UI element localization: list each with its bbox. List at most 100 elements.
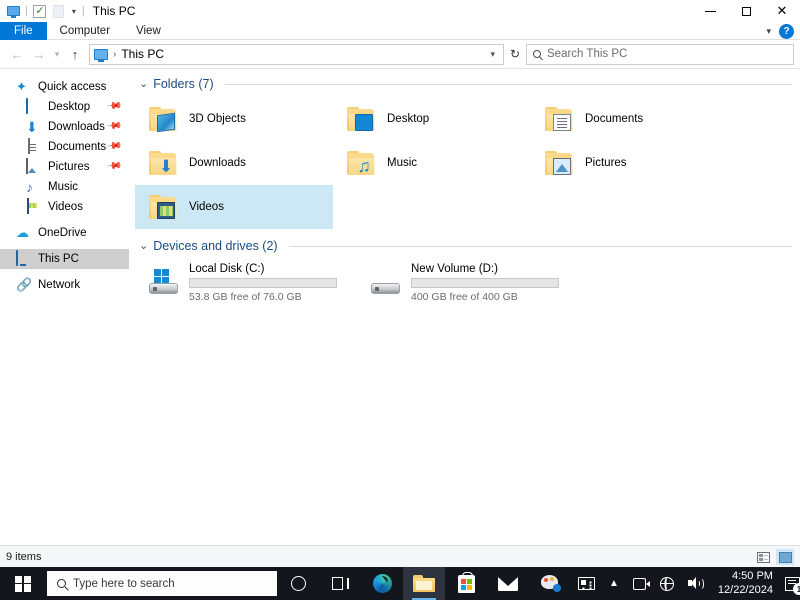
monitor-icon[interactable] [5, 3, 21, 19]
breadcrumb-bar[interactable]: › This PC ▾ [89, 43, 504, 65]
this-pc-icon [94, 48, 108, 62]
navigation-pane[interactable]: ✦ Quick access Desktop 📌 ⬇ Downloads 📌 D… [0, 69, 129, 545]
sidebar-item-desktop[interactable]: Desktop 📌 [0, 97, 129, 117]
folder-videos-icon [149, 194, 179, 220]
file-explorer-button[interactable] [403, 567, 445, 600]
title-bar: | ▾ | This PC ✕ [0, 0, 800, 22]
sidebar-item-label: Network [38, 279, 81, 291]
microsoft-store-button[interactable] [445, 567, 487, 600]
group-divider [224, 83, 792, 85]
pin-icon: 📌 [105, 158, 123, 175]
edge-button[interactable] [361, 567, 403, 600]
folder-downloads-icon: ⬇ [149, 150, 179, 176]
folder-item-label: Music [387, 157, 418, 169]
task-view-button[interactable] [319, 567, 361, 600]
address-bar: ← → ▾ ↑ › This PC ▾ ↻ [0, 40, 800, 68]
sidebar-item-pictures[interactable]: Pictures 📌 [0, 157, 129, 177]
sidebar-item-downloads[interactable]: ⬇ Downloads 📌 [0, 117, 129, 137]
cortana-icon [290, 576, 306, 591]
forward-button[interactable]: → [28, 43, 50, 65]
recent-locations-button[interactable]: ▾ [50, 43, 64, 65]
drive-item-new-volume-d[interactable]: New Volume (D:) 400 GB free of 400 GB [357, 259, 579, 307]
large-icons-view-button[interactable] [776, 549, 794, 565]
up-button[interactable]: ↑ [64, 43, 86, 65]
paint-3d-button[interactable] [529, 567, 571, 600]
taskbar-search-placeholder: Type here to search [73, 577, 175, 590]
folder-item-videos[interactable]: Videos [135, 185, 333, 229]
close-button[interactable]: ✕ [764, 0, 800, 22]
file-list-pane[interactable]: ⌄ Folders (7) 3D Objects Desktop Documen… [129, 69, 800, 545]
news-and-interests-icon[interactable] [571, 567, 602, 600]
breadcrumb-path[interactable]: This PC [121, 47, 164, 61]
tab-view-label: View [136, 25, 161, 37]
new-folder-icon[interactable] [51, 3, 67, 19]
sidebar-item-label: OneDrive [38, 227, 87, 239]
group-title: Devices and drives (2) [153, 239, 278, 253]
item-count-label: 9 items [6, 550, 42, 563]
action-center-button[interactable]: 1 [781, 567, 800, 600]
window-title: This PC [92, 4, 136, 18]
pin-icon: 📌 [105, 118, 123, 135]
desktop-icon [26, 98, 42, 115]
sidebar-item-music[interactable]: ♪ Music [0, 177, 129, 197]
sidebar-item-network[interactable]: 🔗 Network [0, 275, 129, 295]
folder-item-downloads[interactable]: ⬇ Downloads [135, 141, 333, 185]
folder-item-desktop[interactable]: Desktop [333, 97, 531, 141]
group-header-folders[interactable]: ⌄ Folders (7) [135, 75, 800, 93]
group-header-devices[interactable]: ⌄ Devices and drives (2) [135, 237, 800, 255]
sidebar-item-quick-access[interactable]: ✦ Quick access [0, 77, 129, 97]
taskbar-search-box[interactable]: Type here to search [47, 571, 277, 596]
meet-now-icon[interactable] [626, 567, 653, 600]
network-icon[interactable] [653, 567, 681, 600]
group-title: Folders (7) [153, 77, 214, 91]
sidebar-item-videos[interactable]: Videos [0, 197, 129, 217]
breadcrumb-dropdown-icon[interactable]: ▾ [484, 49, 501, 60]
folder-item-music[interactable]: ♫ Music [333, 141, 531, 185]
sidebar-item-documents[interactable]: Documents 📌 [0, 137, 129, 157]
properties-checkbox-icon[interactable] [32, 3, 48, 19]
search-box[interactable] [526, 43, 794, 65]
volume-icon[interactable] [681, 567, 710, 600]
system-tray: ▲ 4:50 PM 12/22/2024 1 [571, 567, 800, 600]
network-icon: 🔗 [16, 277, 33, 292]
tab-view[interactable]: View [123, 22, 174, 40]
start-button[interactable] [0, 567, 46, 600]
chevron-down-icon[interactable]: ⌄ [139, 240, 148, 252]
mail-button[interactable] [487, 567, 529, 600]
cortana-button[interactable] [277, 567, 319, 600]
sidebar-item-onedrive[interactable]: ☁ OneDrive [0, 223, 129, 243]
folder-item-3d-objects[interactable]: 3D Objects [135, 97, 333, 141]
back-button[interactable]: ← [6, 43, 28, 65]
videos-icon [26, 198, 42, 215]
refresh-button[interactable]: ↻ [504, 44, 526, 65]
system-drive-icon [149, 268, 179, 298]
show-hidden-icons-chevron[interactable]: ▲ [602, 567, 626, 600]
tab-file-label: File [14, 25, 33, 37]
folder-pictures-icon [545, 150, 575, 176]
help-button[interactable]: ? [779, 23, 794, 39]
capacity-bar [411, 278, 559, 288]
sidebar-item-label: Documents [48, 141, 107, 153]
taskbar: Type here to search ▲ 4:50 PM 12/22/2024… [0, 567, 800, 600]
hard-drive-icon [371, 268, 401, 298]
chevron-down-icon[interactable]: ▾ [763, 26, 774, 37]
folder-item-pictures[interactable]: Pictures [531, 141, 729, 185]
sidebar-item-this-pc[interactable]: This PC [0, 249, 129, 269]
folder-documents-icon [545, 106, 575, 132]
search-icon [533, 50, 541, 58]
microsoft-store-icon [457, 571, 475, 593]
explorer-body: ✦ Quick access Desktop 📌 ⬇ Downloads 📌 D… [0, 68, 800, 545]
tab-computer[interactable]: Computer [47, 22, 124, 40]
details-view-button[interactable] [754, 549, 772, 565]
chevron-down-icon[interactable]: ⌄ [139, 78, 148, 90]
maximize-button[interactable] [728, 0, 764, 22]
clock[interactable]: 4:50 PM 12/22/2024 [710, 567, 781, 600]
drive-item-local-disk-c[interactable]: Local Disk (C:) 53.8 GB free of 76.0 GB [135, 259, 357, 307]
mail-icon [498, 576, 518, 591]
qat-customize-chevron-icon[interactable]: ▾ [70, 7, 78, 16]
search-input[interactable] [547, 48, 787, 60]
folder-item-documents[interactable]: Documents [531, 97, 729, 141]
drive-name: Local Disk (C:) [189, 263, 265, 275]
minimize-button[interactable] [692, 0, 728, 22]
tab-file[interactable]: File [0, 22, 47, 40]
